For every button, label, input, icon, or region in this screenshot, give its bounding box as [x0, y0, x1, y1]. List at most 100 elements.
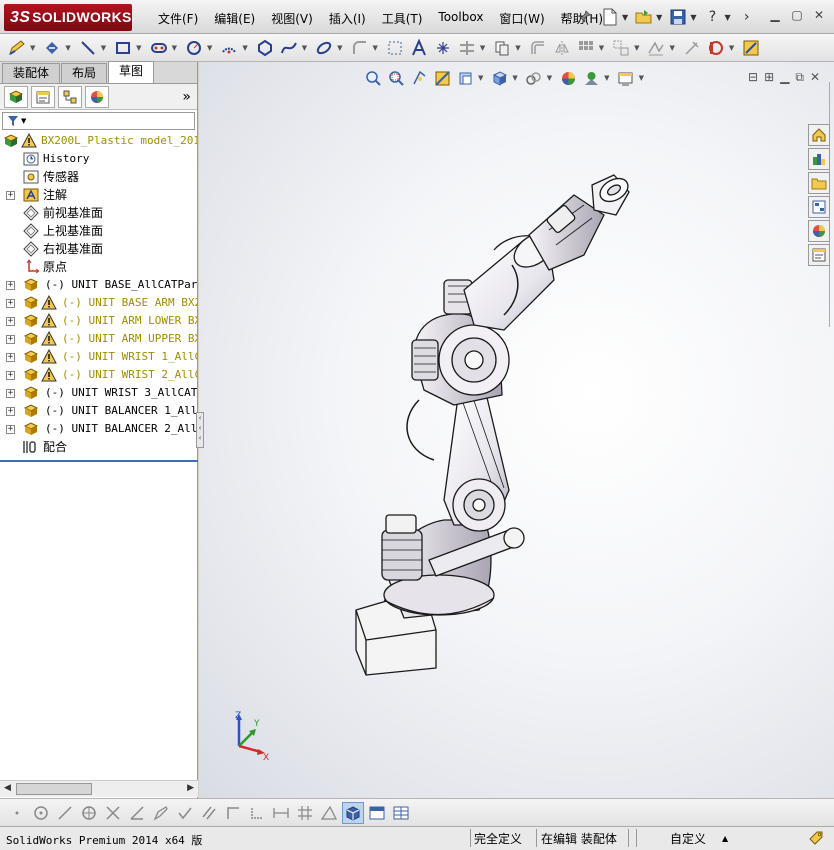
more-tabs-icon[interactable]: »	[182, 89, 191, 105]
tree-component[interactable]: + (-) UNIT BASE_AllCATPart<	[0, 276, 197, 294]
horizontal-scrollbar[interactable]: ◀ ▶	[0, 780, 198, 797]
display-relations-icon[interactable]	[645, 37, 667, 59]
new-document-icon[interactable]	[600, 7, 620, 27]
tab-assembly[interactable]: 装配体	[2, 63, 61, 83]
parallel-icon[interactable]	[198, 802, 220, 824]
tree-item-right-plane[interactable]: 右视基准面	[0, 240, 197, 258]
status-units[interactable]: 自定义	[670, 830, 706, 847]
appearances-icon[interactable]	[808, 220, 830, 242]
more-icon[interactable]: ›	[737, 7, 757, 27]
save-dropdown-icon[interactable]: ▼	[690, 13, 696, 22]
quick-snaps-icon[interactable]	[705, 37, 727, 59]
tree-component[interactable]: + (-) UNIT WRIST 1_AllCAT	[0, 348, 197, 366]
menu-insert[interactable]: 插入(I)	[321, 8, 374, 29]
dynamic-annotation-icon[interactable]	[455, 68, 475, 88]
tab-layout[interactable]: 布局	[61, 63, 108, 83]
point-icon[interactable]	[432, 37, 454, 59]
design-library-icon[interactable]	[808, 148, 830, 170]
tile-horizontal-icon[interactable]: ⊟	[748, 70, 758, 85]
point-small-icon[interactable]	[6, 802, 28, 824]
smart-dimension-icon[interactable]	[41, 37, 63, 59]
polygon-icon[interactable]	[254, 37, 276, 59]
menu-view[interactable]: 视图(V)	[263, 8, 321, 29]
pin-icon[interactable]	[574, 7, 594, 27]
shaded-view-icon[interactable]	[342, 801, 364, 824]
file-explorer-icon[interactable]	[808, 172, 830, 194]
repair-sketch-icon[interactable]	[681, 37, 703, 59]
tree-component[interactable]: + (-) UNIT BASE ARM BX200	[0, 294, 197, 312]
table-view-icon[interactable]	[390, 802, 412, 824]
tree-item-annotations[interactable]: + 注解	[0, 186, 197, 204]
restore-icon[interactable]: ▢	[788, 8, 806, 24]
expand-icon[interactable]: +	[6, 299, 15, 308]
sketch-icon[interactable]	[6, 37, 28, 59]
minimize-icon[interactable]: ▁	[766, 8, 784, 24]
expand-icon[interactable]: +	[6, 389, 15, 398]
move-entities-icon[interactable]	[610, 37, 632, 59]
save-icon[interactable]	[668, 7, 688, 27]
tree-item-history[interactable]: History	[0, 150, 197, 168]
dimension-icon[interactable]	[270, 802, 292, 824]
plane-icon[interactable]	[384, 37, 406, 59]
display-style-icon[interactable]	[524, 68, 544, 88]
text-icon[interactable]	[408, 37, 430, 59]
expand-icon[interactable]: +	[6, 191, 15, 200]
scene-icon[interactable]	[581, 68, 601, 88]
circle-center-icon[interactable]	[30, 802, 52, 824]
tree-component[interactable]: + (-) UNIT WRIST 3_AllCATPar	[0, 384, 197, 402]
feature-manager-icon[interactable]	[4, 85, 28, 108]
triangle-icon[interactable]	[318, 802, 340, 824]
tree-filter[interactable]: ▼	[2, 112, 195, 130]
property-manager-icon[interactable]	[31, 85, 55, 108]
tree-component[interactable]: + (-) UNIT WRIST 2_AllCAT	[0, 366, 197, 384]
tree-component[interactable]: + (-) UNIT BALANCER 2_AllCAT	[0, 420, 197, 438]
view-palette-icon[interactable]	[808, 196, 830, 218]
offset-icon[interactable]	[527, 37, 549, 59]
expand-icon[interactable]: +	[6, 371, 15, 380]
ellipse-icon[interactable]	[313, 37, 335, 59]
filter-dropdown-icon[interactable]: ▼	[21, 117, 26, 125]
expand-icon[interactable]: +	[6, 353, 15, 362]
tree-item-sensors[interactable]: 传感器	[0, 168, 197, 186]
angle-icon[interactable]	[126, 802, 148, 824]
zoom-to-fit-icon[interactable]	[363, 68, 383, 88]
scroll-right-icon[interactable]: ▶	[187, 783, 194, 793]
help-dropdown-icon[interactable]: ▼	[724, 13, 730, 22]
rectangle-icon[interactable]	[112, 37, 134, 59]
tree-component[interactable]: + (-) UNIT ARM UPPER BX20	[0, 330, 197, 348]
mirror-icon[interactable]	[551, 37, 573, 59]
check-icon[interactable]	[174, 802, 196, 824]
circle-icon[interactable]	[183, 37, 205, 59]
expand-icon[interactable]: +	[6, 335, 15, 344]
close-icon[interactable]: ✕	[810, 8, 828, 24]
polygon-gray-icon[interactable]	[78, 802, 100, 824]
viewport-close-icon[interactable]: ✕	[810, 70, 820, 85]
previous-view-icon[interactable]	[409, 68, 429, 88]
grid-icon[interactable]	[294, 802, 316, 824]
open-folder-icon[interactable]	[634, 7, 654, 27]
graphics-area[interactable]: ▼ ▼ ▼ ▼ ▼ ⊟ ⊞ ▁ ⧉ ✕ Z Y X	[199, 62, 834, 798]
tree-item-origin[interactable]: 原点	[0, 258, 197, 276]
tab-sketch[interactable]: 草图	[108, 61, 155, 83]
view-orientation-icon[interactable]	[489, 68, 509, 88]
tile-vertical-icon[interactable]: ⊞	[764, 70, 774, 85]
linear-pattern-icon[interactable]	[575, 37, 597, 59]
instant-2d-icon[interactable]	[740, 37, 762, 59]
convert-entities-icon[interactable]	[491, 37, 513, 59]
menu-tools[interactable]: 工具(T)	[374, 8, 431, 29]
line-icon[interactable]	[77, 37, 99, 59]
help-icon[interactable]: ?	[702, 7, 722, 27]
appearance-icon[interactable]	[558, 68, 578, 88]
arc-icon[interactable]	[218, 37, 240, 59]
tree-item-front-plane[interactable]: 前视基准面	[0, 204, 197, 222]
tree-item-top-plane[interactable]: 上视基准面	[0, 222, 197, 240]
menu-window[interactable]: 窗口(W)	[491, 8, 552, 29]
window-view-icon[interactable]	[366, 802, 388, 824]
bracket-icon[interactable]	[246, 802, 268, 824]
tree-item-mates[interactable]: 配合	[0, 438, 197, 456]
scrollbar-thumb[interactable]	[16, 783, 92, 795]
robot-model[interactable]	[344, 170, 644, 680]
pen-icon[interactable]	[150, 802, 172, 824]
panel-collapse-handle[interactable]: ‹ ‹ ‹	[196, 412, 204, 448]
tree-component[interactable]: + (-) UNIT BALANCER 1_AllCAT	[0, 402, 197, 420]
